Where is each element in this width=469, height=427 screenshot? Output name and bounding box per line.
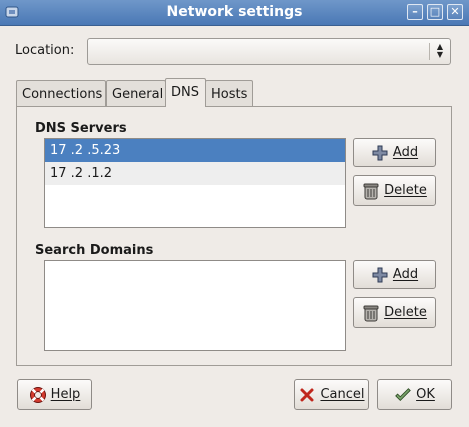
button-label: Add: [392, 267, 419, 282]
button-label: Delete: [384, 305, 427, 320]
minimize-icon[interactable]: –: [407, 4, 423, 20]
plus-icon: [371, 144, 389, 162]
cancel-button[interactable]: Cancel: [294, 379, 369, 410]
button-label: Help: [50, 387, 81, 402]
search-domains-list[interactable]: [44, 260, 346, 351]
search-add-button[interactable]: Add: [353, 260, 436, 289]
help-button[interactable]: Help: [17, 379, 92, 410]
window-title: Network settings: [166, 4, 303, 20]
plus-icon: [371, 266, 389, 284]
close-icon[interactable]: ✕: [447, 4, 463, 20]
dns-servers-title: DNS Servers: [35, 121, 127, 136]
tab-general[interactable]: General: [106, 80, 166, 106]
title-bar: Network settings – □ ✕: [0, 0, 469, 26]
maximize-icon[interactable]: □: [427, 4, 443, 20]
cancel-x-icon: [298, 386, 316, 404]
list-item[interactable]: 17 .2 .1.2: [45, 162, 345, 185]
dns-servers-list[interactable]: 17 .2 .5.23 17 .2 .1.2: [44, 138, 346, 228]
tab-connections[interactable]: Connections: [16, 80, 106, 106]
button-label: Cancel: [320, 387, 365, 402]
ok-button[interactable]: OK: [377, 379, 452, 410]
ok-arrow-icon: [394, 386, 412, 404]
search-delete-button[interactable]: Delete: [353, 297, 436, 328]
tab-label: DNS: [171, 85, 199, 100]
combo-separator: [429, 43, 430, 60]
button-label: Add: [392, 145, 419, 160]
dns-delete-button[interactable]: Delete: [353, 175, 436, 206]
search-domains-title: Search Domains: [35, 243, 154, 258]
list-item[interactable]: 17 .2 .5.23: [45, 139, 345, 162]
tab-dns[interactable]: DNS: [165, 78, 206, 107]
updown-arrow-icon: ▲ ▼: [436, 42, 444, 59]
trash-icon: [362, 304, 380, 322]
tab-label: Connections: [22, 87, 103, 102]
trash-icon: [362, 182, 380, 200]
lifebuoy-icon: [29, 386, 47, 404]
tab-hosts[interactable]: Hosts: [205, 80, 253, 106]
location-combo[interactable]: ▲ ▼: [87, 38, 451, 65]
location-label: Location:: [15, 43, 75, 58]
dns-add-button[interactable]: Add: [353, 138, 436, 167]
tab-label: Hosts: [211, 87, 248, 102]
button-label: Delete: [384, 183, 427, 198]
button-label: OK: [416, 387, 435, 402]
tab-label: General: [112, 87, 164, 102]
